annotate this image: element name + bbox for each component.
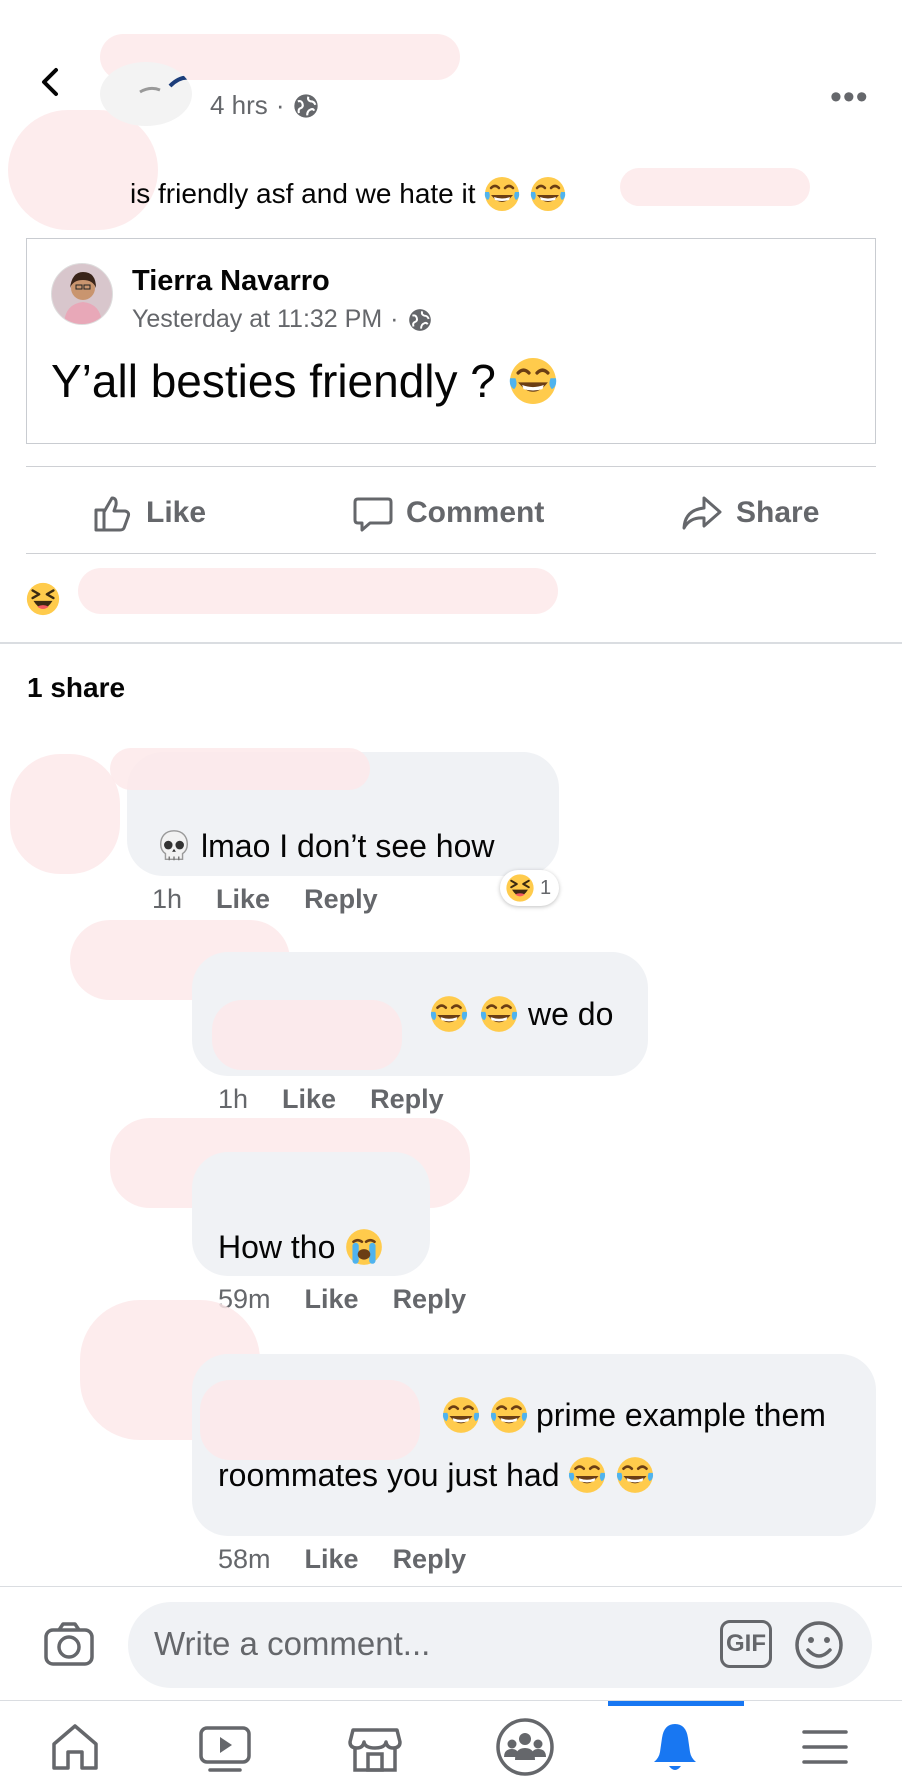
comment-label: Comment (406, 496, 545, 529)
comment-meta: 1h Like Reply (152, 884, 378, 915)
skull-emoji-icon (155, 827, 193, 865)
comment-meta: 58m Like Reply (218, 1544, 466, 1575)
comment-meta: 59m Like Reply (218, 1284, 466, 1315)
reaction-count: 1 (540, 876, 552, 899)
avatar[interactable] (100, 62, 192, 126)
shared-post-meta: Yesterday at 11:32 PM · (132, 305, 433, 334)
comment-time[interactable]: 1h (218, 1084, 248, 1115)
nav-marketplace[interactable] (300, 1701, 450, 1792)
joy-emoji-icon (488, 1394, 530, 1436)
joy-emoji-icon (478, 993, 520, 1035)
share-button[interactable]: Share (680, 490, 819, 536)
joy-emoji-icon (566, 1454, 608, 1496)
post-text: is friendly asf and we hate it (130, 174, 568, 214)
comment-like-button[interactable]: Like (305, 1544, 359, 1575)
redaction-mark (212, 1000, 402, 1070)
groups-icon (496, 1718, 554, 1776)
comment-line: roommates you just had (218, 1454, 656, 1496)
comment-reaction-badge[interactable]: 1 (500, 870, 560, 906)
divider (26, 466, 876, 467)
globe-icon (407, 307, 433, 333)
comment-text: How tho (218, 1228, 336, 1265)
nav-groups[interactable] (450, 1701, 600, 1792)
comment-composer[interactable]: GIF (128, 1602, 872, 1688)
post-time[interactable]: 4 hrs (210, 90, 268, 121)
marketplace-icon (348, 1728, 402, 1772)
comment-reply-button[interactable]: Reply (393, 1544, 467, 1575)
comment-input[interactable] (154, 1622, 714, 1666)
thumbs-up-icon (94, 496, 131, 532)
joy-emoji-icon (482, 174, 522, 214)
separator-dot: · (390, 305, 399, 333)
comment-time[interactable]: 58m (218, 1544, 271, 1575)
avatar[interactable] (51, 263, 113, 325)
notifications-icon (654, 1724, 696, 1770)
comment-time[interactable]: 1h (152, 884, 182, 915)
shared-post-body: Y’all besties friendly ? (51, 355, 496, 407)
camera-button[interactable] (42, 1618, 96, 1672)
shared-post-time[interactable]: Yesterday at 11:32 PM (132, 305, 382, 334)
redaction-mark (620, 168, 810, 206)
nav-notifications[interactable] (600, 1701, 750, 1792)
comment-meta: 1h Like Reply (218, 1084, 444, 1115)
bottom-nav (0, 1700, 902, 1792)
joy-emoji-icon (440, 1394, 482, 1436)
post-body: is friendly asf and we hate it (130, 178, 476, 209)
emoji-button[interactable] (792, 1618, 846, 1672)
comment-button[interactable]: Comment (352, 490, 544, 536)
comment-reply-button[interactable]: Reply (370, 1084, 444, 1115)
redaction-mark (200, 1380, 420, 1460)
nav-menu[interactable] (750, 1701, 900, 1792)
joy-emoji-icon (506, 354, 560, 408)
section-divider (0, 642, 902, 644)
comment-icon (353, 497, 393, 532)
shared-author-name[interactable]: Tierra Navarro (132, 265, 330, 298)
chevron-left-icon (42, 68, 58, 96)
comment-text-line-2: roommates you just had (218, 1456, 560, 1493)
joy-emoji-icon (528, 174, 568, 214)
smiley-icon (795, 1621, 843, 1669)
redaction-mark (110, 748, 370, 790)
redaction-mark (10, 754, 120, 874)
comment-text-line-1: prime example them (536, 1396, 826, 1433)
share-arrow-icon (682, 496, 722, 530)
shared-post-card[interactable]: Tierra Navarro Yesterday at 11:32 PM · Y… (26, 238, 876, 444)
comment-like-button[interactable]: Like (305, 1284, 359, 1315)
globe-icon (292, 92, 320, 120)
like-button[interactable]: Like (92, 490, 206, 536)
sob-emoji-icon (343, 1226, 385, 1268)
shared-post-text: Y’all besties friendly ? (51, 354, 560, 408)
comment-text: lmao I don’t see how (201, 827, 495, 864)
comment-like-button[interactable]: Like (216, 884, 270, 915)
video-icon (199, 1726, 251, 1772)
nav-video[interactable] (150, 1701, 300, 1792)
separator-dot: · (275, 90, 285, 120)
divider (0, 1586, 902, 1587)
menu-icon (802, 1730, 848, 1764)
share-label: Share (736, 496, 820, 529)
comment-like-button[interactable]: Like (282, 1084, 336, 1115)
joy-emoji-icon (614, 1454, 656, 1496)
comment-bubble[interactable]: How tho (192, 1152, 430, 1276)
comment-reply-button[interactable]: Reply (304, 884, 378, 915)
haha-reaction-icon (504, 872, 536, 904)
gif-button[interactable]: GIF (720, 1620, 772, 1668)
share-count[interactable]: 1 share (27, 672, 125, 704)
more-options-button[interactable]: ••• (830, 78, 869, 117)
comment-text: we do (528, 995, 614, 1032)
divider (26, 553, 876, 554)
back-button[interactable] (34, 62, 70, 102)
redaction-mark (78, 568, 558, 614)
haha-reaction-icon (24, 580, 62, 618)
joy-emoji-icon (428, 993, 470, 1035)
comment-reply-button[interactable]: Reply (393, 1284, 467, 1315)
like-label: Like (146, 496, 207, 529)
camera-icon (44, 1622, 94, 1666)
nav-home[interactable] (0, 1701, 150, 1792)
post-meta: 4 hrs · (210, 90, 320, 121)
reactions-summary[interactable] (24, 580, 62, 618)
home-icon (52, 1724, 98, 1770)
